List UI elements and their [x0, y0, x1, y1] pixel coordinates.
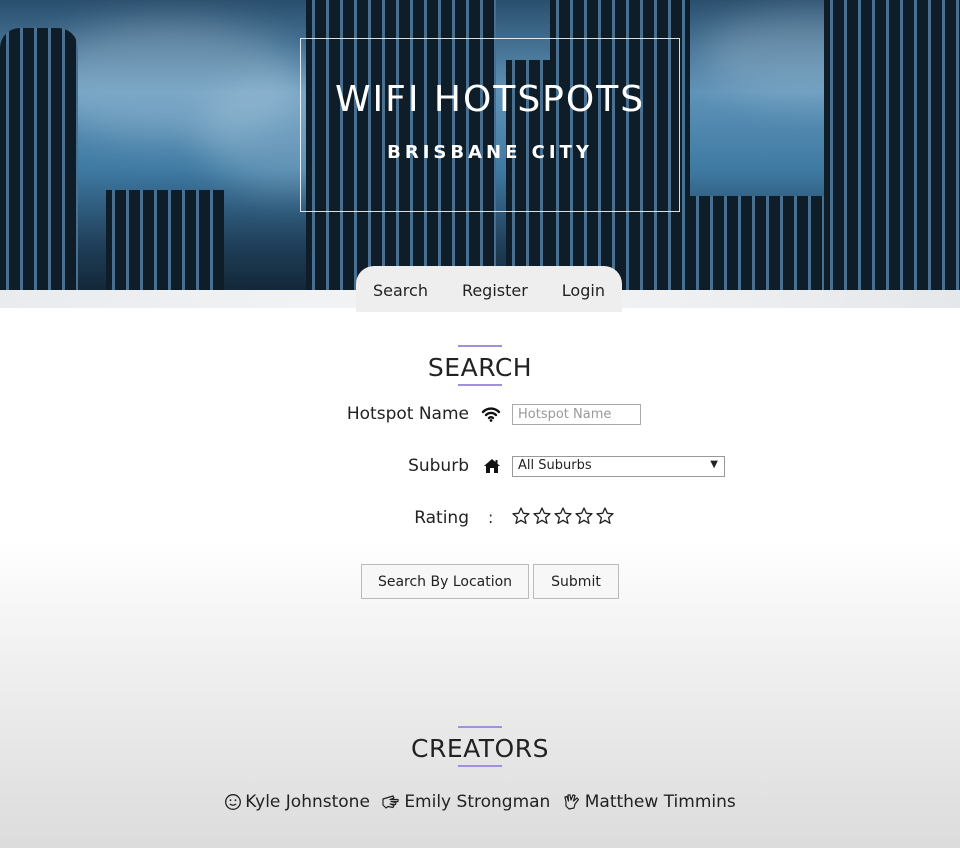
heading-accent-bar: [458, 384, 502, 386]
creator-name: Emily Strongman: [404, 792, 551, 812]
star-icon[interactable]: [553, 506, 573, 526]
hotspot-name-label: Hotspot Name: [346, 404, 469, 424]
spock-hand-icon: [564, 794, 579, 810]
search-by-location-button[interactable]: Search By Location: [361, 564, 529, 599]
dropdown-caret-icon: ▼: [710, 459, 718, 470]
creator-name: Matthew Timmins: [584, 792, 736, 812]
suburb-selected-value: All Suburbs: [518, 458, 592, 473]
creators-heading: CREATORS: [411, 734, 549, 763]
skyline-building: [824, 0, 960, 290]
creator-item: Kyle Johnstone: [224, 792, 370, 812]
star-icon[interactable]: [532, 506, 552, 526]
heading-accent-bar: [458, 765, 502, 767]
hero-banner: WIFI HOTSPOTS BRISBANE CITY: [0, 0, 960, 308]
site-subtitle: BRISBANE CITY: [387, 142, 593, 163]
skyline-building: [0, 28, 78, 290]
smiley-icon: [225, 794, 242, 810]
wifi-icon: [481, 407, 501, 422]
nav-search-link[interactable]: Search: [373, 281, 428, 300]
heading-accent-bar: [458, 726, 502, 728]
creators-list: Kyle Johnstone Emily Strongman Matthew T…: [0, 792, 960, 816]
heading-accent-bar: [458, 345, 502, 347]
submit-button[interactable]: Submit: [533, 564, 619, 599]
rating-separator: :: [488, 508, 494, 527]
rating-stars: [511, 506, 615, 526]
search-heading-block: SEARCH: [0, 345, 960, 386]
star-icon[interactable]: [511, 506, 531, 526]
search-heading: SEARCH: [427, 353, 533, 382]
suburb-label: Suburb: [408, 456, 469, 476]
creator-item: Emily Strongman: [381, 792, 550, 812]
creator-item: Matthew Timmins: [562, 792, 736, 812]
site-title: WIFI HOTSPOTS: [334, 79, 646, 120]
suburb-label-wrap: Suburb: [0, 456, 469, 480]
home-icon: [484, 459, 500, 473]
hotspot-name-label-wrap: Hotspot Name: [0, 404, 469, 428]
hotspot-name-input[interactable]: [512, 404, 641, 425]
pointing-hand-icon: [382, 795, 399, 809]
skyline-building: [690, 196, 825, 290]
title-box: WIFI HOTSPOTS BRISBANE CITY: [300, 38, 680, 212]
creators-heading-block: CREATORS: [0, 726, 960, 767]
suburb-select[interactable]: All Suburbs ▼: [512, 456, 725, 477]
rating-label: Rating: [414, 508, 469, 528]
creator-name: Kyle Johnstone: [245, 792, 370, 812]
rating-label-wrap: Rating: [0, 508, 469, 532]
star-icon[interactable]: [574, 506, 594, 526]
nav-register-link[interactable]: Register: [462, 281, 528, 300]
skyline-building: [106, 190, 224, 290]
main-nav: Search Register Login: [356, 266, 622, 312]
star-icon[interactable]: [595, 506, 615, 526]
nav-login-link[interactable]: Login: [562, 281, 605, 300]
